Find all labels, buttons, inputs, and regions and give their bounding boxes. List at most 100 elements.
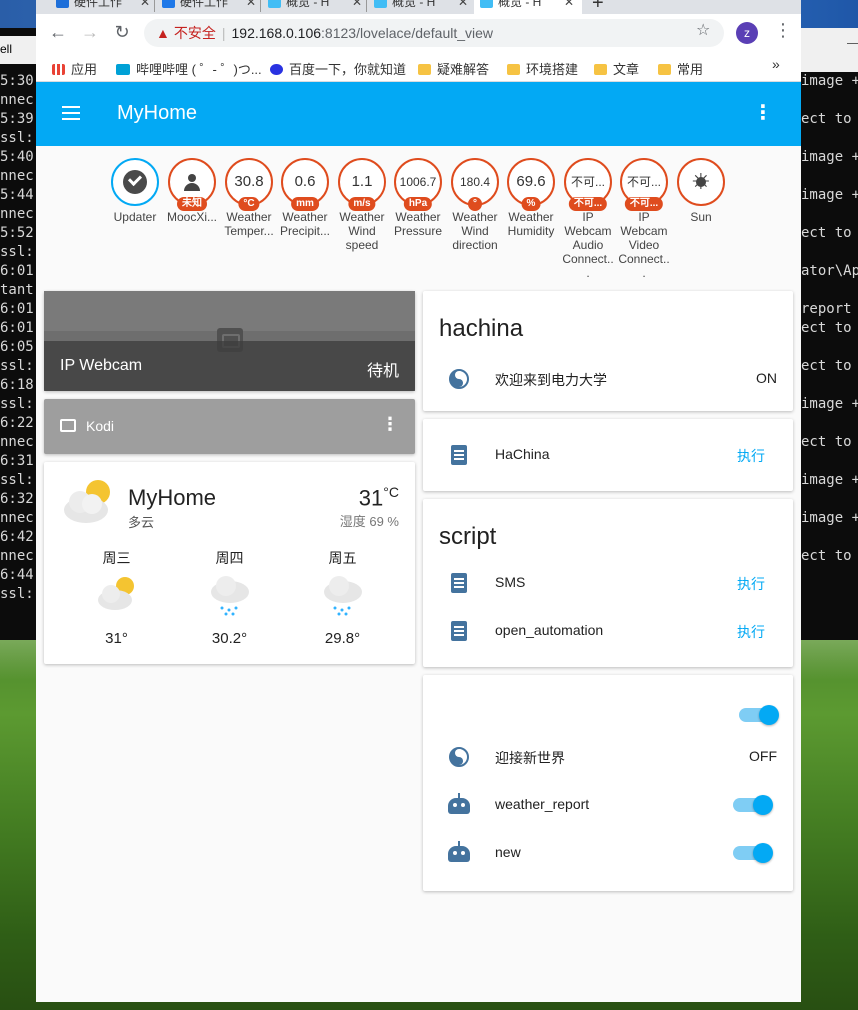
close-icon[interactable]: ✕ — [140, 0, 150, 10]
badge-value: 30.8 — [234, 173, 264, 190]
card-title: hachina — [439, 315, 524, 342]
automation-name: weather_report — [495, 796, 590, 812]
browser-tab-2[interactable]: 硬件工作 ✕ — [156, 0, 264, 14]
browser-toolbar: ← → ↻ ▲ 不安全 | 192.168.0.106:8123/lovelace/d… — [36, 14, 801, 50]
badge-weather-temperature[interactable]: 30.8 °C Weather Temper... — [223, 158, 275, 238]
badge-ring: 不可... 不可... — [620, 158, 668, 211]
badge-value: 不可... — [626, 175, 661, 189]
bookmark-label: 环境搭建 — [526, 62, 579, 77]
bookmark-star-icon[interactable]: ☆ — [696, 20, 710, 40]
profile-avatar[interactable]: z — [736, 22, 758, 44]
weather-temp-unit: °C — [383, 484, 399, 500]
badge-weather-pressure[interactable]: 1006.7 hPa Weather Pressure — [392, 158, 444, 238]
badge-value: 1006.7 — [399, 175, 437, 189]
badge-moocxi[interactable]: 未知 MoocXi... — [166, 158, 218, 224]
badge-weather-precipitation[interactable]: 0.6 mm Weather Precipit... — [279, 158, 331, 238]
folder-icon — [507, 64, 520, 75]
webcam-footer: IP Webcam 待机 — [44, 341, 415, 391]
forecast-day-label: 周三 — [102, 550, 131, 566]
bookmark-apps[interactable]: 应用 — [52, 59, 97, 78]
app-overflow-menu-button[interactable]: ⋮ — [753, 100, 773, 125]
bookmark-folder-common[interactable]: 常用 — [658, 59, 703, 78]
new-tab-button[interactable]: + — [592, 0, 604, 15]
badge-unit: 未知 — [177, 197, 207, 211]
browser-tab-1[interactable]: 硬件工作 ✕ — [50, 0, 158, 14]
badge-updater[interactable]: Updater — [109, 158, 161, 224]
tab-title: 硬件工作 — [74, 0, 123, 9]
close-icon[interactable]: ✕ — [246, 0, 256, 10]
script-icon — [447, 619, 471, 643]
bookmark-folder-troubleshoot[interactable]: 疑难解答 — [418, 59, 489, 78]
badge-value: 69.6 — [516, 173, 546, 190]
automation-toggle[interactable] — [733, 795, 773, 815]
badge-label: Weather Wind speed — [339, 210, 385, 252]
close-icon[interactable]: ✕ — [352, 0, 362, 10]
cast-icon — [60, 419, 76, 432]
folder-icon — [594, 64, 607, 75]
tab-title: 概览 - H — [286, 0, 330, 9]
execute-button[interactable]: 执行 — [737, 446, 765, 466]
reload-button[interactable]: ↻ — [112, 22, 132, 42]
bookmark-label: 哔哩哔哩 ( ゜- ゜)つ... — [136, 62, 262, 77]
app-header: MyHome ⋮ — [36, 82, 801, 146]
forecast-temp: 29.8° — [324, 630, 361, 647]
badge-ring: 不可... 不可... — [564, 158, 612, 211]
bookmarks-more-button[interactable]: » — [772, 56, 780, 72]
robot-icon — [447, 841, 471, 865]
badge-ip-webcam-video[interactable]: 不可... 不可... IP Webcam Video Connect... — [618, 158, 670, 280]
weather-temp-value: 31 — [358, 485, 384, 511]
kodi-more-button[interactable]: ⋮ — [381, 414, 399, 435]
kodi-media-card[interactable]: Kodi ⋮ — [44, 399, 415, 454]
browser-tab-3[interactable]: 概览 - H ✕ — [262, 0, 370, 14]
bookmark-baidu[interactable]: 百度一下，你就知道 — [270, 59, 406, 78]
badge-weather-wind-speed[interactable]: 1.1 m/s Weather Wind speed — [336, 158, 388, 252]
terminal-left-title: ell — [0, 36, 36, 64]
entity-row[interactable]: 欢迎来到电力大学 ON — [423, 355, 793, 403]
bookmark-bilibili[interactable]: 哔哩哔哩 ( ゜- ゜)つ... — [116, 59, 262, 78]
bookmark-folder-articles[interactable]: 文章 — [594, 59, 639, 78]
badge-sun[interactable]: Sun — [675, 158, 727, 224]
execute-button[interactable]: 执行 — [737, 622, 765, 642]
baidu-paw-icon — [270, 64, 283, 75]
badge-ring: 180.4 ° — [451, 158, 499, 211]
address-bar[interactable]: ▲ 不安全 | 192.168.0.106:8123/lovelace/default… — [144, 19, 724, 47]
hachina-card: hachina 欢迎来到电力大学 ON — [423, 291, 793, 411]
bookmark-label: 常用 — [677, 62, 704, 77]
back-button[interactable]: ← — [48, 22, 68, 42]
header-toggle[interactable] — [739, 705, 779, 725]
badge-weather-wind-direction[interactable]: 180.4 ° Weather Wind direction — [449, 158, 501, 252]
badge-ring: 69.6% — [507, 158, 555, 211]
execute-button[interactable]: 执行 — [737, 574, 765, 594]
browser-tab-4[interactable]: 概览 - H ✕ — [368, 0, 476, 14]
entity-state: ON — [756, 370, 777, 386]
automation-toggle[interactable] — [733, 843, 773, 863]
forward-button[interactable]: → — [80, 22, 100, 42]
entity-name: 欢迎来到电力大学 — [495, 372, 607, 388]
weather-card[interactable]: MyHome 多云 31°C 湿度 69 % 周三 31° 周四 30.2° 周… — [44, 462, 415, 664]
forecast-day: 周四 30.2° — [173, 548, 286, 647]
badge-ring: 1.1 m/s — [338, 158, 386, 211]
terminal-right-minimize[interactable]: — — [801, 28, 858, 72]
script-card: script SMS 执行 open_automation 执行 — [423, 499, 793, 667]
browser-window: 硬件工作 ✕ 硬件工作 ✕ 概览 - H ✕ 概览 - H ✕ 概览 - H ✕ + ← … — [36, 0, 801, 1002]
menu-icon[interactable] — [62, 106, 80, 120]
badge-label: Weather Temper... — [224, 210, 274, 238]
bookmark-folder-env[interactable]: 环境搭建 — [507, 59, 578, 78]
close-icon[interactable]: ✕ — [458, 0, 468, 10]
badge-label: Weather Pressure — [393, 210, 443, 238]
close-icon[interactable]: ✕ — [564, 0, 574, 10]
badge-label: Updater — [113, 210, 157, 224]
bookmark-label: 文章 — [613, 62, 640, 77]
ip-webcam-card[interactable]: IP Webcam 待机 — [44, 291, 415, 391]
entity-row[interactable]: 迎接新世界 OFF — [423, 733, 793, 781]
badge-value: 0.6 — [294, 173, 316, 190]
browser-menu-button[interactable]: ⋮ — [774, 20, 792, 41]
tab-strip: 硬件工作 ✕ 硬件工作 ✕ 概览 - H ✕ 概览 - H ✕ 概览 - H ✕ + — [36, 0, 801, 14]
browser-tab-5-active[interactable]: 概览 - H ✕ — [474, 0, 582, 14]
badge-ring — [111, 158, 159, 206]
badge-weather-humidity[interactable]: 69.6% Weather Humidity — [505, 158, 557, 238]
bookmark-label: 百度一下，你就知道 — [289, 62, 407, 77]
badge-label: Weather Humidity — [507, 210, 555, 238]
script-icon — [447, 571, 471, 595]
badge-ip-webcam-audio[interactable]: 不可... 不可... IP Webcam Audio Connect... — [562, 158, 614, 280]
